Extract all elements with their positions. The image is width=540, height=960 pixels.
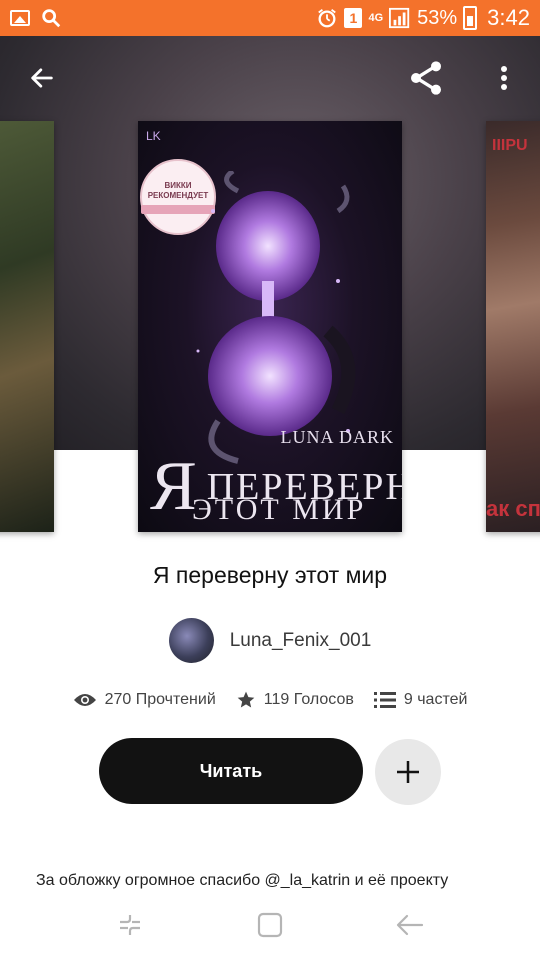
reads-stat: 270 Прочтений (73, 691, 216, 709)
battery-icon (463, 6, 478, 30)
signal-icon (389, 7, 410, 29)
story-description: За обложку огромное спасибо @_la_katrin … (36, 872, 449, 889)
next-cover-top-text: IIIPU (492, 137, 528, 154)
battery-percent: 53% (417, 6, 458, 29)
search-icon (42, 9, 61, 28)
status-bar: 1 4G 53% 3:42 (0, 0, 540, 36)
author-name[interactable]: Luna_Fenix_001 (230, 630, 372, 652)
hourglass-illustration (196, 171, 356, 464)
cover-author: LUNA DARK (280, 427, 394, 447)
more-options-button[interactable] (480, 54, 528, 102)
sim-icon: 1 (344, 8, 363, 28)
network-label: 4G (368, 12, 384, 24)
parts-count: 9 частей (403, 691, 468, 708)
back-button[interactable] (18, 54, 66, 102)
share-button[interactable] (402, 54, 450, 102)
votes-stat: 119 Голосов (236, 690, 354, 710)
system-nav-bar (0, 890, 540, 960)
add-to-library-button[interactable] (375, 739, 441, 805)
gallery-icon (10, 10, 30, 26)
next-cover[interactable]: IIIPU ак сп (486, 121, 540, 532)
alarm-icon (318, 9, 337, 28)
share-icon (411, 61, 441, 95)
back-arrow-icon (31, 68, 53, 88)
list-icon (373, 692, 396, 708)
star-icon (237, 691, 255, 708)
cover-title-line2: ЭТОТ МИР (192, 493, 367, 526)
next-cover-title: ак сп (486, 496, 540, 521)
plus-icon (397, 761, 419, 783)
publisher-mark: LK (146, 129, 161, 143)
system-back-button[interactable] (390, 905, 430, 945)
more-vert-icon (501, 66, 507, 90)
reads-count: 270 Прочтений (104, 691, 216, 708)
avatar[interactable] (168, 618, 214, 663)
recent-apps-icon (120, 915, 140, 935)
votes-count: 119 Голосов (263, 691, 354, 708)
author-row[interactable]: Luna_Fenix_001 (0, 618, 540, 663)
recent-apps-button[interactable] (110, 905, 150, 945)
clock: 3:42 (487, 5, 530, 30)
eye-icon (73, 694, 96, 706)
home-icon (257, 912, 283, 938)
top-nav (0, 40, 540, 116)
book-cover[interactable]: LK ВИККИ РЕКОМЕНДУЕТ LUNA DARK Я ПЕРЕВЕРН… (138, 121, 402, 532)
read-button[interactable]: Читать (99, 738, 363, 804)
story-stats: 270 Прочтений 119 Голосов 9 частей (0, 690, 540, 710)
back-icon (396, 914, 424, 936)
story-title: Я переверну этот мир (152, 562, 388, 588)
parts-stat: 9 частей (373, 691, 468, 709)
home-button[interactable] (250, 905, 290, 945)
previous-cover[interactable] (0, 121, 54, 532)
